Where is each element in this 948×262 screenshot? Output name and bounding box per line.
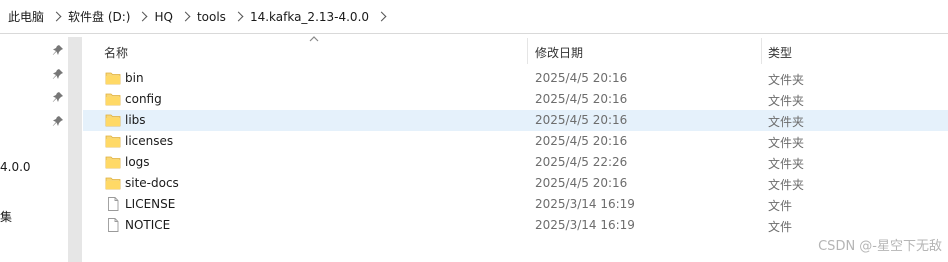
file-row-license[interactable]: LICENSE 2025/3/14 16:19 文件 xyxy=(83,194,948,215)
column-header-row: 名称 修改日期 类型 xyxy=(83,34,948,66)
file-modified: 2025/4/5 20:16 xyxy=(535,92,628,106)
file-list: bin 2025/4/5 20:16 文件夹 config 2025/4/5 2… xyxy=(83,68,948,236)
folder-icon xyxy=(105,71,121,85)
nav-scrollbar[interactable] xyxy=(68,37,82,262)
file-name: site-docs xyxy=(125,176,179,190)
breadcrumb-label: HQ xyxy=(154,9,173,24)
file-name: licenses xyxy=(125,134,174,148)
breadcrumb-item-hq[interactable]: HQ xyxy=(154,0,196,34)
chevron-right-icon[interactable] xyxy=(51,11,62,22)
watermark: CSDN @-星空下无敌 xyxy=(818,239,942,254)
breadcrumb-item-kafka[interactable]: 14.kafka_2.13-4.0.0 xyxy=(250,0,393,34)
file-row-licenses[interactable]: licenses 2025/4/5 20:16 文件夹 xyxy=(83,131,948,152)
file-modified: 2025/4/5 20:16 xyxy=(535,176,628,190)
chevron-right-icon[interactable] xyxy=(233,11,244,22)
file-modified: 2025/3/14 16:19 xyxy=(535,197,635,211)
address-bar[interactable]: 此电脑 软件盘 (D:) HQ tools 14.kafka_2.13-4.0.… xyxy=(0,0,948,34)
file-icon xyxy=(105,197,121,211)
file-modified: 2025/4/5 22:26 xyxy=(535,155,628,169)
file-row-logs[interactable]: logs 2025/4/5 22:26 文件夹 xyxy=(83,152,948,173)
file-icon xyxy=(105,218,121,232)
chevron-right-icon[interactable] xyxy=(376,11,387,22)
file-row-config[interactable]: config 2025/4/5 20:16 文件夹 xyxy=(83,89,948,110)
file-name: bin xyxy=(125,71,144,85)
navigation-pane: 4.0.0 集 xyxy=(0,34,83,262)
folder-icon xyxy=(105,134,121,148)
column-header-type[interactable]: 类型 xyxy=(768,44,792,61)
pin-icon[interactable] xyxy=(52,68,64,80)
file-modified: 2025/3/14 16:19 xyxy=(535,218,635,232)
file-type: 文件 xyxy=(768,199,793,213)
pin-icon[interactable] xyxy=(52,115,64,127)
file-row-site-docs[interactable]: site-docs 2025/4/5 20:16 文件夹 xyxy=(83,173,948,194)
column-divider[interactable] xyxy=(527,38,528,64)
breadcrumb-label: 此电脑 xyxy=(8,10,45,24)
file-modified: 2025/4/5 20:16 xyxy=(535,71,628,85)
file-type: 文件 xyxy=(768,220,793,234)
file-type: 文件夹 xyxy=(768,94,805,108)
file-type: 文件夹 xyxy=(768,157,805,171)
breadcrumb-label: 软件盘 (D:) xyxy=(68,10,131,24)
file-name: LICENSE xyxy=(125,197,176,211)
file-modified: 2025/4/5 20:16 xyxy=(535,134,628,148)
column-header-date[interactable]: 修改日期 xyxy=(535,44,583,61)
nav-item-partial[interactable]: 集 xyxy=(0,208,12,225)
column-divider[interactable] xyxy=(761,38,762,64)
file-row-libs[interactable]: libs 2025/4/5 20:16 文件夹 xyxy=(83,110,948,131)
column-header-name[interactable]: 名称 xyxy=(104,44,128,61)
file-type: 文件夹 xyxy=(768,178,805,192)
breadcrumb-label: 14.kafka_2.13-4.0.0 xyxy=(249,9,370,24)
folder-icon xyxy=(105,92,121,106)
pin-icon[interactable] xyxy=(52,44,64,56)
file-name: logs xyxy=(125,155,150,169)
breadcrumb-item-tools[interactable]: tools xyxy=(197,0,250,34)
nav-item-partial[interactable]: 4.0.0 xyxy=(0,160,31,174)
sort-ascending-icon xyxy=(309,36,319,42)
file-row-notice[interactable]: NOTICE 2025/3/14 16:19 文件 xyxy=(83,215,948,236)
file-type: 文件夹 xyxy=(768,73,805,87)
folder-icon xyxy=(105,176,121,190)
folder-icon xyxy=(105,113,121,127)
chevron-right-icon[interactable] xyxy=(138,11,148,22)
file-name: libs xyxy=(125,113,146,127)
file-type: 文件夹 xyxy=(768,115,805,129)
file-name: config xyxy=(125,92,162,106)
file-name: NOTICE xyxy=(125,218,171,232)
file-type: 文件夹 xyxy=(768,136,805,150)
breadcrumb-item-drive-d[interactable]: 软件盘 (D:) xyxy=(68,0,154,34)
breadcrumb-item-this-pc[interactable]: 此电脑 xyxy=(0,0,68,34)
breadcrumb-label: tools xyxy=(196,9,226,24)
folder-icon xyxy=(105,155,121,169)
pin-icon[interactable] xyxy=(52,91,64,103)
chevron-right-icon[interactable] xyxy=(180,11,191,22)
file-modified: 2025/4/5 20:16 xyxy=(535,113,628,127)
file-row-bin[interactable]: bin 2025/4/5 20:16 文件夹 xyxy=(83,68,948,89)
